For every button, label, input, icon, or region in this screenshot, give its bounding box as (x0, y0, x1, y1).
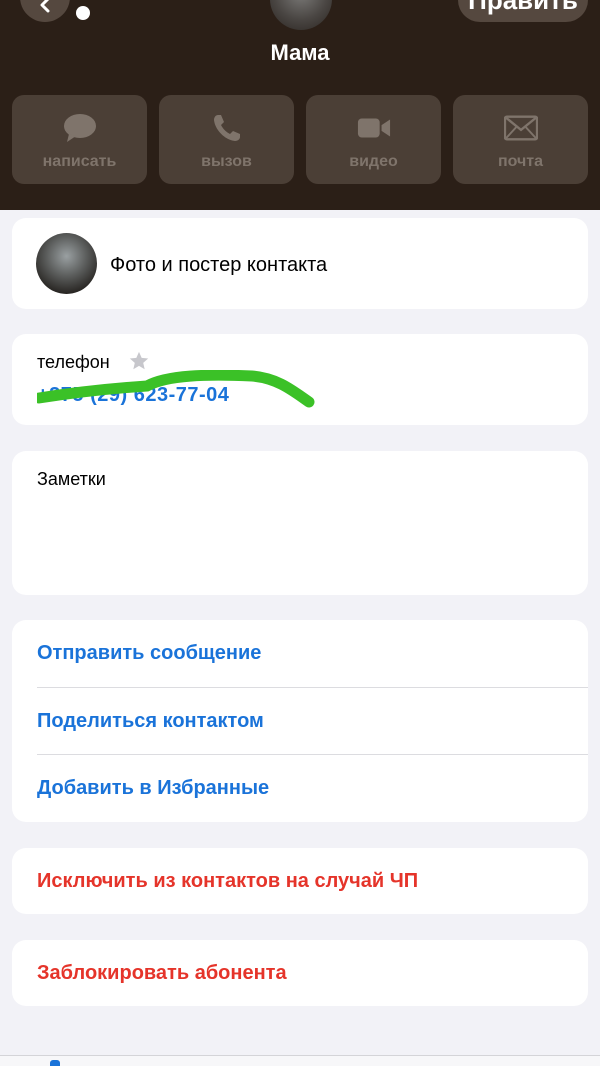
status-dot (76, 6, 90, 20)
remove-emergency-contact-button[interactable]: Исключить из контактов на случай ЧП (37, 848, 418, 914)
action-call-button[interactable]: вызов (159, 95, 294, 184)
action-video-button[interactable]: видео (306, 95, 441, 184)
bottom-divider (0, 1055, 600, 1066)
star-icon (129, 351, 149, 370)
redaction-scribble (37, 370, 315, 408)
action-message-label: написать (42, 153, 117, 170)
contact-name: Мама (270, 40, 330, 65)
action-video-label: видео (349, 153, 398, 170)
mail-envelope-icon (503, 113, 538, 143)
add-to-favorites-button[interactable]: Добавить в Избранные (37, 754, 588, 821)
action-mail-button[interactable]: почта (453, 95, 588, 184)
contact-avatar (36, 233, 97, 294)
action-call-label: вызов (201, 153, 252, 170)
block-card: Заблокировать абонента (12, 940, 588, 1006)
share-contact-button[interactable]: Поделиться контактом (37, 687, 588, 754)
video-camera-icon (357, 113, 391, 143)
quick-actions: написать вызов видео почта (12, 95, 588, 185)
back-button[interactable] (20, 0, 70, 22)
contact-header: Править Мама написать вызов видео почта (0, 0, 600, 210)
chevron-left-icon (40, 0, 50, 13)
contact-poster-row[interactable]: Фото и постер контакта (12, 218, 588, 309)
contact-actions-menu: Отправить сообщение Поделиться контактом… (12, 620, 588, 822)
action-message-button[interactable]: написать (12, 95, 147, 184)
phone-card[interactable]: телефон +375 (29) 623-77-04 (12, 334, 588, 425)
action-mail-label: почта (497, 153, 544, 170)
edit-button[interactable]: Править (458, 0, 588, 22)
message-bubble-icon (63, 113, 97, 143)
header-avatar (270, 0, 332, 30)
emergency-card: Исключить из контактов на случай ЧП (12, 848, 588, 914)
phone-icon (210, 113, 244, 143)
send-message-button[interactable]: Отправить сообщение (37, 620, 588, 687)
block-caller-button[interactable]: Заблокировать абонента (37, 940, 287, 1006)
notes-label: Заметки (37, 469, 106, 489)
edit-button-label: Править (468, 0, 578, 15)
notes-card[interactable]: Заметки (12, 451, 588, 595)
contact-poster-label: Фото и постер контакта (110, 254, 328, 276)
bottom-indicator (50, 1060, 60, 1066)
